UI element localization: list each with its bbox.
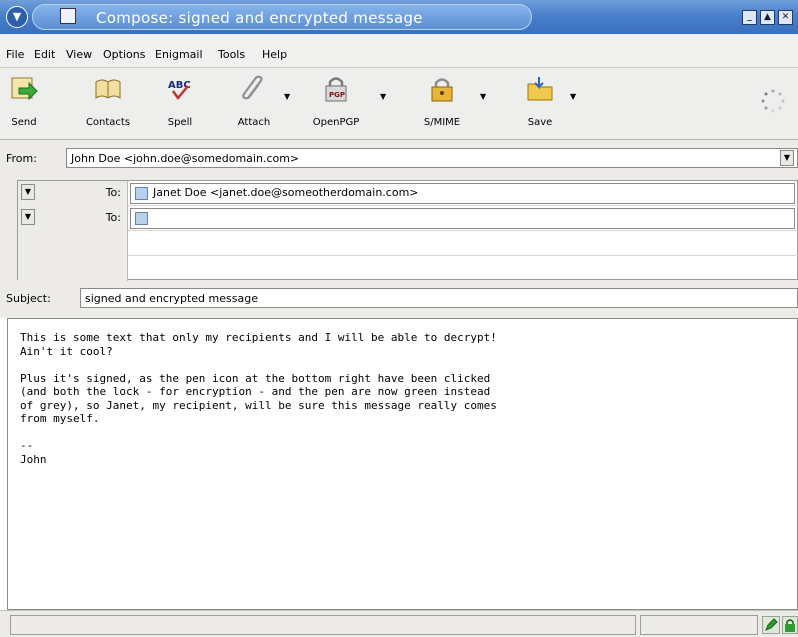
openpgp-label: OpenPGP [312, 117, 360, 128]
compose-toolbar: Send Contacts ABC Spell Attach ▼ PGP Ope… [0, 68, 798, 140]
minimize-icon[interactable]: _ [742, 10, 757, 25]
pen-icon[interactable] [762, 616, 780, 634]
recipient-type[interactable]: To: [106, 186, 121, 199]
recipient-empty-row[interactable] [18, 256, 798, 281]
spellcheck-icon: ABC [168, 80, 191, 101]
menu-enigmail[interactable]: Enigmail [155, 48, 203, 61]
contacts-button[interactable]: Contacts [80, 74, 136, 128]
subject-label: Subject: [6, 292, 51, 305]
recipient-empty-row[interactable] [18, 231, 798, 256]
menu-view[interactable]: View [66, 48, 92, 61]
address-card-icon [135, 212, 148, 225]
from-label: From: [6, 152, 37, 165]
spell-label: Spell [167, 117, 193, 128]
menu-options[interactable]: Options [103, 48, 145, 61]
message-body-text: This is some text that only my recipient… [20, 331, 497, 466]
lock-icon[interactable] [782, 616, 798, 634]
address-book-icon [95, 79, 121, 99]
menubar: File Edit View Options Enigmail Tools He… [0, 34, 798, 68]
subject-input[interactable]: signed and encrypted message [80, 288, 798, 308]
contacts-label: Contacts [85, 117, 131, 128]
openpgp-button[interactable]: PGP OpenPGP ▼ [306, 74, 386, 128]
recipient-row: ▼ To: [18, 206, 798, 231]
message-body-editor[interactable]: This is some text that only my recipient… [7, 318, 798, 610]
pgp-badge: PGP [329, 91, 345, 99]
save-button[interactable]: Save ▼ [520, 74, 576, 128]
window-menu-button[interactable]: ▼ [6, 6, 28, 28]
smime-button[interactable]: S/MIME ▼ [420, 74, 486, 128]
paperclip-icon [242, 75, 263, 100]
activity-throbber-icon [761, 89, 785, 113]
smime-label: S/MIME [423, 117, 461, 128]
send-label: Send [11, 117, 37, 128]
openpgp-dropdown-icon[interactable]: ▼ [380, 92, 386, 101]
send-icon [11, 77, 38, 101]
subject-value: signed and encrypted message [85, 292, 258, 305]
recipient-type-dropdown-icon[interactable]: ▼ [21, 209, 35, 225]
window-titlebar[interactable]: ▼ Compose: signed and encrypted message … [0, 0, 798, 34]
menu-help[interactable]: Help [262, 48, 287, 61]
padlock-icon [431, 78, 453, 102]
recipient-type[interactable]: To: [106, 211, 121, 224]
status-text-panel [10, 615, 636, 635]
menu-edit[interactable]: Edit [34, 48, 55, 61]
from-select[interactable]: John Doe <john.doe@somedomain.com> [66, 148, 798, 168]
send-button[interactable]: Send [2, 74, 46, 128]
attach-dropdown-icon[interactable]: ▼ [284, 92, 290, 101]
menu-tools[interactable]: Tools [218, 48, 245, 61]
window-title: Compose: signed and encrypted message [96, 9, 423, 27]
menu-file[interactable]: File [6, 48, 24, 61]
address-card-icon [135, 187, 148, 200]
recipient-type-dropdown-icon[interactable]: ▼ [21, 184, 35, 200]
recipient-input[interactable] [130, 208, 795, 229]
pgp-lock-icon: PGP [325, 77, 347, 102]
save-label: Save [527, 117, 553, 128]
attach-button[interactable]: Attach ▼ [230, 74, 290, 128]
recipient-value: Janet Doe <janet.doe@someotherdomain.com… [153, 186, 419, 199]
recipient-list: ▼ To: Janet Doe <janet.doe@someotherdoma… [17, 180, 798, 281]
message-headers: From: John Doe <john.doe@somedomain.com>… [0, 140, 798, 318]
save-folder-icon [527, 77, 553, 101]
status-bar [0, 610, 798, 637]
spell-button[interactable]: ABC Spell [160, 74, 200, 128]
save-dropdown-icon[interactable]: ▼ [570, 92, 576, 101]
compose-window-icon [60, 8, 76, 24]
recipient-row: ▼ To: Janet Doe <janet.doe@someotherdoma… [18, 181, 798, 206]
from-value: John Doe <john.doe@somedomain.com> [71, 152, 300, 165]
close-icon[interactable]: ✕ [778, 10, 793, 25]
from-dropdown-icon[interactable]: ▼ [780, 150, 794, 166]
status-progress-panel [640, 615, 758, 635]
recipient-input[interactable]: Janet Doe <janet.doe@someotherdomain.com… [130, 183, 795, 204]
attach-label: Attach [237, 117, 271, 128]
smime-dropdown-icon[interactable]: ▼ [480, 92, 486, 101]
maximize-icon[interactable]: ▲ [760, 10, 775, 25]
